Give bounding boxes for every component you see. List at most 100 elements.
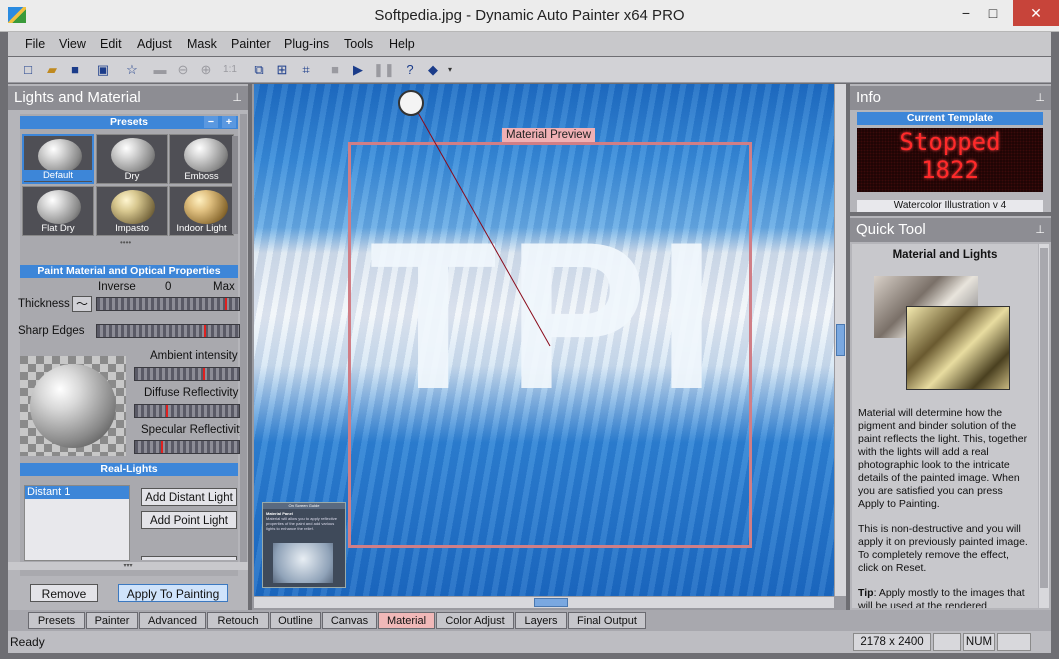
left-panel-title: Lights and Material — [14, 89, 141, 106]
hidden-button-edge[interactable] — [141, 556, 237, 560]
add-distant-light-button[interactable]: Add Distant Light — [141, 488, 237, 506]
specular-reflectivity-slider[interactable] — [134, 440, 240, 454]
material-preview-sphere — [20, 356, 126, 456]
material-example-image-2 — [906, 306, 1010, 390]
toolbar-overflow-icon[interactable]: ▾ — [446, 61, 454, 79]
save-as-icon[interactable]: ▣ — [94, 61, 112, 79]
menu-mask[interactable]: Mask — [187, 37, 217, 51]
tab-retouch[interactable]: Retouch — [207, 612, 269, 629]
menu-help[interactable]: Help — [389, 37, 415, 51]
status-scroll — [997, 633, 1031, 651]
diffuse-reflectivity-slider[interactable] — [134, 404, 240, 418]
resize-icon[interactable]: ⊞ — [273, 61, 291, 79]
tip-text: : Apply mostly to the images that will b… — [858, 587, 1025, 608]
thickness-slider-thumb[interactable] — [224, 298, 227, 310]
tab-presets[interactable]: Presets — [28, 612, 85, 629]
preset-dry-label: Dry — [124, 171, 140, 182]
menu-file[interactable]: File — [25, 37, 45, 51]
tab-painter[interactable]: Painter — [86, 612, 138, 629]
help-icon[interactable]: ? — [401, 61, 419, 79]
painting-canvas[interactable]: TPI Material Preview On Screen Guide Mat… — [254, 84, 834, 596]
led-display: Stopped 1822 — [857, 128, 1043, 192]
scale-zero-label: 0 — [165, 281, 172, 293]
preset-indoor-light-label: Indoor Light — [176, 223, 227, 234]
tab-material[interactable]: Material — [378, 612, 435, 629]
canvas-hscrollbar[interactable] — [254, 597, 834, 608]
crop-icon[interactable]: ⌗ — [297, 61, 315, 79]
tab-canvas[interactable]: Canvas — [322, 612, 377, 629]
zoom-out-icon[interactable]: ⊖ — [174, 61, 192, 79]
quick-tool-scrollbar[interactable] — [1039, 244, 1049, 608]
info-panel-title: Info — [856, 89, 882, 106]
menu-tools[interactable]: Tools — [344, 37, 373, 51]
pin-icon[interactable]: ⊥ — [232, 86, 242, 110]
canvas-hscroll-thumb[interactable] — [534, 598, 568, 607]
sharp-edges-label: Sharp Edges — [18, 325, 85, 337]
real-lights-header: Real-Lights — [20, 463, 238, 476]
maximize-button[interactable]: □ — [974, 0, 1012, 26]
save-icon[interactable]: ■ — [66, 61, 84, 79]
info-pin-icon[interactable]: ⊥ — [1035, 86, 1045, 110]
lights-list[interactable]: Distant 1 — [24, 485, 130, 561]
sharp-edges-slider-thumb[interactable] — [203, 325, 206, 337]
diffuse-reflectivity-slider-thumb[interactable] — [166, 405, 169, 417]
image-icon[interactable]: ▬ — [151, 61, 169, 79]
light-item-distant-1[interactable]: Distant 1 — [25, 486, 129, 499]
preset-emboss[interactable]: Emboss — [169, 134, 234, 184]
menu-edit[interactable]: Edit — [100, 37, 122, 51]
menu-plugins[interactable]: Plug-ins — [284, 37, 329, 51]
quick-tool-heading: Material and Lights — [892, 249, 998, 261]
new-file-icon[interactable]: □ — [19, 61, 37, 79]
presets-scrollbar[interactable] — [232, 136, 238, 234]
quick-tool-pin-icon[interactable]: ⊥ — [1035, 218, 1045, 242]
canvas-vscrollbar[interactable] — [835, 84, 846, 596]
light-position-handle[interactable] — [398, 90, 424, 116]
scale-max-label: Max — [213, 281, 235, 293]
presets-collapse-button[interactable]: − — [204, 116, 218, 128]
tab-color-adjust[interactable]: Color Adjust — [436, 612, 514, 629]
preset-dry[interactable]: Dry — [96, 134, 168, 184]
apply-to-painting-button[interactable]: Apply To Painting — [118, 584, 228, 602]
open-folder-icon[interactable]: ▰ — [43, 61, 61, 79]
quick-tool-scroll-thumb[interactable] — [1040, 248, 1048, 588]
close-button[interactable]: ✕ — [1013, 0, 1059, 26]
canvas-vscroll-thumb[interactable] — [836, 324, 845, 356]
fit-window-icon[interactable]: ⧉ — [250, 61, 268, 79]
info-panel: Info ⊥ Current Template Stopped 1822 Wat… — [850, 84, 1051, 212]
tab-advanced[interactable]: Advanced — [139, 612, 206, 629]
stop-icon[interactable]: ■ — [326, 61, 344, 79]
menu-view[interactable]: View — [59, 37, 86, 51]
preset-default[interactable]: Default — [22, 134, 94, 184]
splitter-grip-icon[interactable]: •••• — [120, 238, 131, 247]
menu-painter[interactable]: Painter — [231, 37, 271, 51]
eraser-icon[interactable]: ◆ — [424, 61, 442, 79]
favorite-star-icon[interactable]: ☆ — [123, 61, 141, 79]
tab-outline[interactable]: Outline — [270, 612, 321, 629]
thickness-curve-icon[interactable]: 〜 — [72, 296, 92, 312]
preset-impasto[interactable]: Impasto — [96, 186, 168, 236]
preset-flat-dry[interactable]: Flat Dry — [22, 186, 94, 236]
left-panel-scrollbar[interactable] — [240, 114, 247, 564]
window-title: Softpedia.jpg - Dynamic Auto Painter x64… — [374, 7, 685, 24]
zoom-actual-icon[interactable]: 1:1 — [221, 61, 239, 79]
sharp-edges-slider[interactable] — [96, 324, 240, 338]
add-point-light-button[interactable]: Add Point Light — [141, 511, 237, 529]
tab-layers[interactable]: Layers — [515, 612, 567, 629]
thickness-slider[interactable] — [96, 297, 240, 311]
specular-reflectivity-slider-thumb[interactable] — [161, 441, 163, 453]
sphere-render — [30, 364, 116, 448]
specular-reflectivity-label: Specular Reflectivity — [141, 424, 246, 436]
play-icon[interactable]: ▶ — [349, 61, 367, 79]
preset-indoor-light[interactable]: Indoor Light — [169, 186, 234, 236]
remove-button[interactable]: Remove — [30, 584, 98, 602]
menu-adjust[interactable]: Adjust — [137, 37, 172, 51]
tab-final-output[interactable]: Final Output — [568, 612, 646, 629]
panel-splitter[interactable]: ▾▾▾ — [8, 562, 248, 570]
presets-expand-button[interactable]: + — [222, 116, 236, 128]
ambient-intensity-slider-thumb[interactable] — [202, 368, 205, 380]
pause-icon[interactable]: ❚❚ — [373, 61, 395, 79]
zoom-in-icon[interactable]: ⊕ — [197, 61, 215, 79]
status-caps — [933, 633, 961, 651]
ambient-intensity-slider[interactable] — [134, 367, 240, 381]
quick-tool-title: Quick Tool — [856, 221, 926, 238]
